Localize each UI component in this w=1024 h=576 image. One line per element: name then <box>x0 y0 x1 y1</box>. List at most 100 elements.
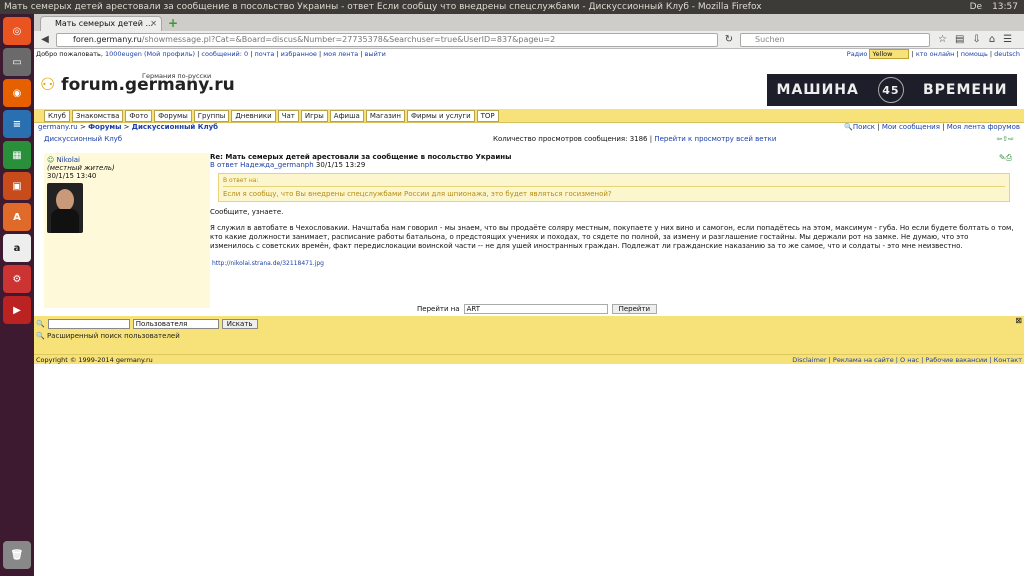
logo-people-icon: ⚇ <box>40 75 56 95</box>
help-link[interactable]: помощь <box>961 50 988 58</box>
view-count: Количество просмотров сообщения: 3186 <box>493 135 648 143</box>
my-messages-link[interactable]: Мои сообщения <box>882 123 940 131</box>
window-title: Мать семерых детей арестовали за сообщен… <box>4 2 762 12</box>
goto-select[interactable]: ART <box>463 304 608 314</box>
quote-text: Если я сообщу, что Вы внедрены спецслужб… <box>223 190 612 198</box>
goto-button[interactable]: Перейти <box>611 304 658 314</box>
forum-link[interactable]: Дискуссионный Клуб <box>44 135 122 143</box>
my-feed-link[interactable]: Моя лента форумов <box>947 123 1020 131</box>
new-tab-icon[interactable]: + <box>168 16 178 31</box>
reading-list-icon[interactable]: ▤ <box>955 34 964 45</box>
firefox-window: Мать семерых детей ... ✕ + ◀ foren.german… <box>34 14 1024 576</box>
reply-date: 30/1/15 13:29 <box>315 161 366 169</box>
logout-link[interactable]: выйти <box>365 50 386 58</box>
site-logo[interactable]: ⚇ forum.germany.ru <box>40 75 235 95</box>
dash-icon[interactable]: ◎ <box>3 17 31 45</box>
menu-item-top[interactable]: TOP <box>476 109 499 122</box>
page-content: Добро пожаловать, 1000eugen (Мой профиль… <box>34 49 1024 576</box>
menu-item-games[interactable]: Игры <box>300 109 328 122</box>
goto-forum: Перейти на ART Перейти <box>417 304 658 314</box>
menu-item-chat[interactable]: Чат <box>277 109 299 122</box>
footer-links[interactable]: Disclaimer | Реклама на сайте | О нас | … <box>792 355 1022 365</box>
writer-icon[interactable]: ≡ <box>3 110 31 138</box>
calc-icon[interactable]: ▦ <box>3 141 31 169</box>
advanced-search-link[interactable]: Расширенный поиск пользователей <box>47 332 180 340</box>
menu-item-forums[interactable]: Форумы <box>154 109 192 122</box>
search-link[interactable]: Поиск <box>853 123 875 131</box>
breadcrumb: germany.ru > Форумы > Дискуссионный Клуб… <box>38 123 1020 131</box>
user-search-bar: 🔍 Пользователя Искать 🔍 Расширенный поис… <box>34 316 1024 354</box>
keyboard-layout[interactable]: De <box>970 0 982 14</box>
author-panel: ☺ Nikolai (местный житель) 30/1/15 13:40 <box>44 153 210 308</box>
amazon-icon[interactable]: a <box>3 234 31 262</box>
close-tab-icon[interactable]: ✕ <box>150 17 157 31</box>
post-area: ☺ Nikolai (местный житель) 30/1/15 13:40… <box>34 147 1024 309</box>
quote-block: В ответ на: Если я сообщу, что Вы внедре… <box>218 173 1010 202</box>
radio-link[interactable]: Радио <box>847 50 868 58</box>
files-icon[interactable]: ▭ <box>3 48 31 76</box>
window-titlebar: Мать семерых детей арестовали за сообщен… <box>0 0 1024 14</box>
system-tray: De 13:57 <box>970 0 1018 14</box>
ad-banner[interactable]: МАШИНА 45 ВРЕМЕНИ <box>767 74 1017 106</box>
language-link[interactable]: deutsch <box>994 50 1020 58</box>
crumb-section[interactable]: Дискуссионный Клуб <box>132 123 218 131</box>
profile-link[interactable]: (Мой профиль) <box>144 50 195 58</box>
theme-select[interactable]: Yellow <box>869 49 910 59</box>
menu-item-dating[interactable]: Знакомства <box>71 109 124 122</box>
software-center-icon[interactable]: A <box>3 203 31 231</box>
impress-icon[interactable]: ▣ <box>3 172 31 200</box>
main-menu: Клуб Знакомства Фото Форумы Группы Дневн… <box>34 109 1024 123</box>
bookmark-star-icon[interactable]: ☆ <box>938 34 947 45</box>
search-type-select[interactable]: Пользователя <box>132 319 219 329</box>
menu-item-photo[interactable]: Фото <box>125 109 153 122</box>
search-button[interactable]: Искать <box>221 319 258 329</box>
view-thread-link[interactable]: Перейти к просмотру всей ветки <box>654 135 776 143</box>
menu-item-shop[interactable]: Магазин <box>365 109 405 122</box>
reply-to-link[interactable]: В ответ Надежда_germanph <box>210 161 314 169</box>
author-link[interactable]: Nikolai <box>57 156 80 164</box>
signature-link[interactable]: http://nikolai.strana.de/32118471.jpg <box>212 260 324 267</box>
crumb-forums[interactable]: Форумы <box>88 123 121 131</box>
settings-icon[interactable]: ⚙ <box>3 265 31 293</box>
favorites-link[interactable]: избранное <box>281 50 317 58</box>
post-subject: Re: Мать семерых детей арестовали за соо… <box>210 153 512 161</box>
toolbar-icons: ☆ ▤ ⇩ ⌂ ☰ <box>938 34 1012 45</box>
post-date: 30/1/15 13:40 <box>47 172 97 180</box>
online-link[interactable]: кто онлайн <box>916 50 955 58</box>
firefox-icon[interactable]: ◉ <box>3 79 31 107</box>
messages-link[interactable]: сообщений: 0 <box>201 50 248 58</box>
menu-item-poster[interactable]: Афиша <box>329 109 364 122</box>
menu-item-firms[interactable]: Фирмы и услуги <box>406 109 475 122</box>
feed-link[interactable]: моя лента <box>323 50 358 58</box>
reload-icon[interactable]: ↻ <box>722 33 736 47</box>
menu-item-groups[interactable]: Группы <box>193 109 230 122</box>
username-link[interactable]: 1000eugen <box>105 50 142 58</box>
tab-bar: Мать семерых детей ... ✕ + <box>34 14 1024 31</box>
trash-icon[interactable]: 🗑 <box>3 541 31 569</box>
post-body: Re: Мать семерых детей арестовали за соо… <box>210 153 1014 267</box>
back-icon[interactable]: ◀ <box>38 33 52 47</box>
menu-item-diaries[interactable]: Дневники <box>231 109 276 122</box>
clock[interactable]: 13:57 <box>992 0 1018 14</box>
menu-item-club[interactable]: Клуб <box>44 109 70 122</box>
post-actions-icon[interactable]: ✎⎙ <box>999 153 1012 163</box>
user-search-input[interactable] <box>47 319 130 329</box>
mail-link[interactable]: почта <box>254 50 274 58</box>
author-avatar[interactable] <box>47 183 83 233</box>
copyright: Copyright © 1999-2014 germany.ru <box>36 356 153 364</box>
crumb-site[interactable]: germany.ru <box>38 123 78 131</box>
search-bar[interactable]: Suchen <box>740 32 930 47</box>
url-bar[interactable]: foren.germany.ru/showmessage.pl?Cat=&Boa… <box>56 32 718 47</box>
nav-arrows-icon[interactable]: ⇦⇧⇨ <box>996 135 1014 143</box>
author-status: (местный житель) <box>47 164 115 172</box>
download-icon[interactable]: ⇩ <box>972 34 980 45</box>
search-icon: 🔍 <box>36 320 45 328</box>
close-icon[interactable]: ⊠ <box>1015 316 1022 325</box>
nav-bar: ◀ foren.germany.ru/showmessage.pl?Cat=&B… <box>34 31 1024 49</box>
youtube-icon[interactable]: ▶ <box>3 296 31 324</box>
menu-icon[interactable]: ☰ <box>1003 34 1012 45</box>
tab-active[interactable]: Мать семерых детей ... ✕ <box>40 16 162 31</box>
home-icon[interactable]: ⌂ <box>989 34 995 45</box>
post-paragraph: Я служил в автобате в Чехословакии. Начш… <box>210 224 1014 250</box>
footer: Copyright © 1999-2014 germany.ru Disclai… <box>34 354 1024 364</box>
